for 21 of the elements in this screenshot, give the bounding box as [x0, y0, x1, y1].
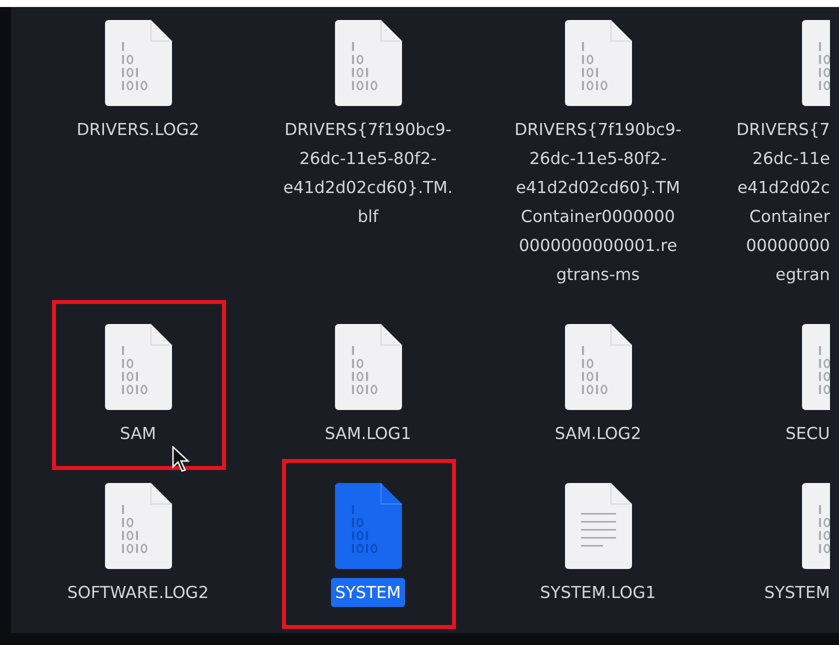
binary-file-icon[interactable]: [334, 20, 402, 106]
file-name[interactable]: SAM.LOG2: [550, 419, 646, 448]
binary-file-icon[interactable]: [564, 324, 632, 410]
file-name[interactable]: SOFTWARE.LOG2: [63, 578, 213, 607]
file-name[interactable]: DRIVERS{7 26dc-11e e41d2d02c Container 00000000 egtran: [732, 115, 830, 289]
file-name[interactable]: SECU: [782, 419, 830, 448]
binary-file-icon[interactable]: [104, 20, 172, 106]
file-name[interactable]: SYSTEM.LOG1: [536, 578, 660, 607]
binary-file-icon[interactable]: [104, 483, 172, 569]
binary-file-icon[interactable]: [334, 324, 402, 410]
mouse-pointer-icon: [172, 446, 192, 472]
file-name[interactable]: DRIVERS.LOG2: [72, 115, 204, 144]
file-name[interactable]: DRIVERS{7f190bc9- 26dc-11e5-80f2- e41d2d02cd60}.TM. blf: [279, 115, 457, 231]
file-name[interactable]: DRIVERS{7f190bc9- 26dc-11e5-80f2- e41d2d02cd60}.TM Container0000000 0000000000001.re gtrans-ms: [510, 115, 686, 289]
file-name[interactable]: SAM: [116, 419, 160, 448]
file-name[interactable]: SYSTEM: [760, 578, 830, 607]
binary-file-icon[interactable]: [564, 20, 632, 106]
binary-file-icon[interactable]: [104, 324, 172, 410]
text-file-icon[interactable]: [564, 483, 632, 569]
file-name[interactable]: SAM.LOG1: [320, 419, 416, 448]
file-name[interactable]: SYSTEM: [331, 578, 405, 607]
